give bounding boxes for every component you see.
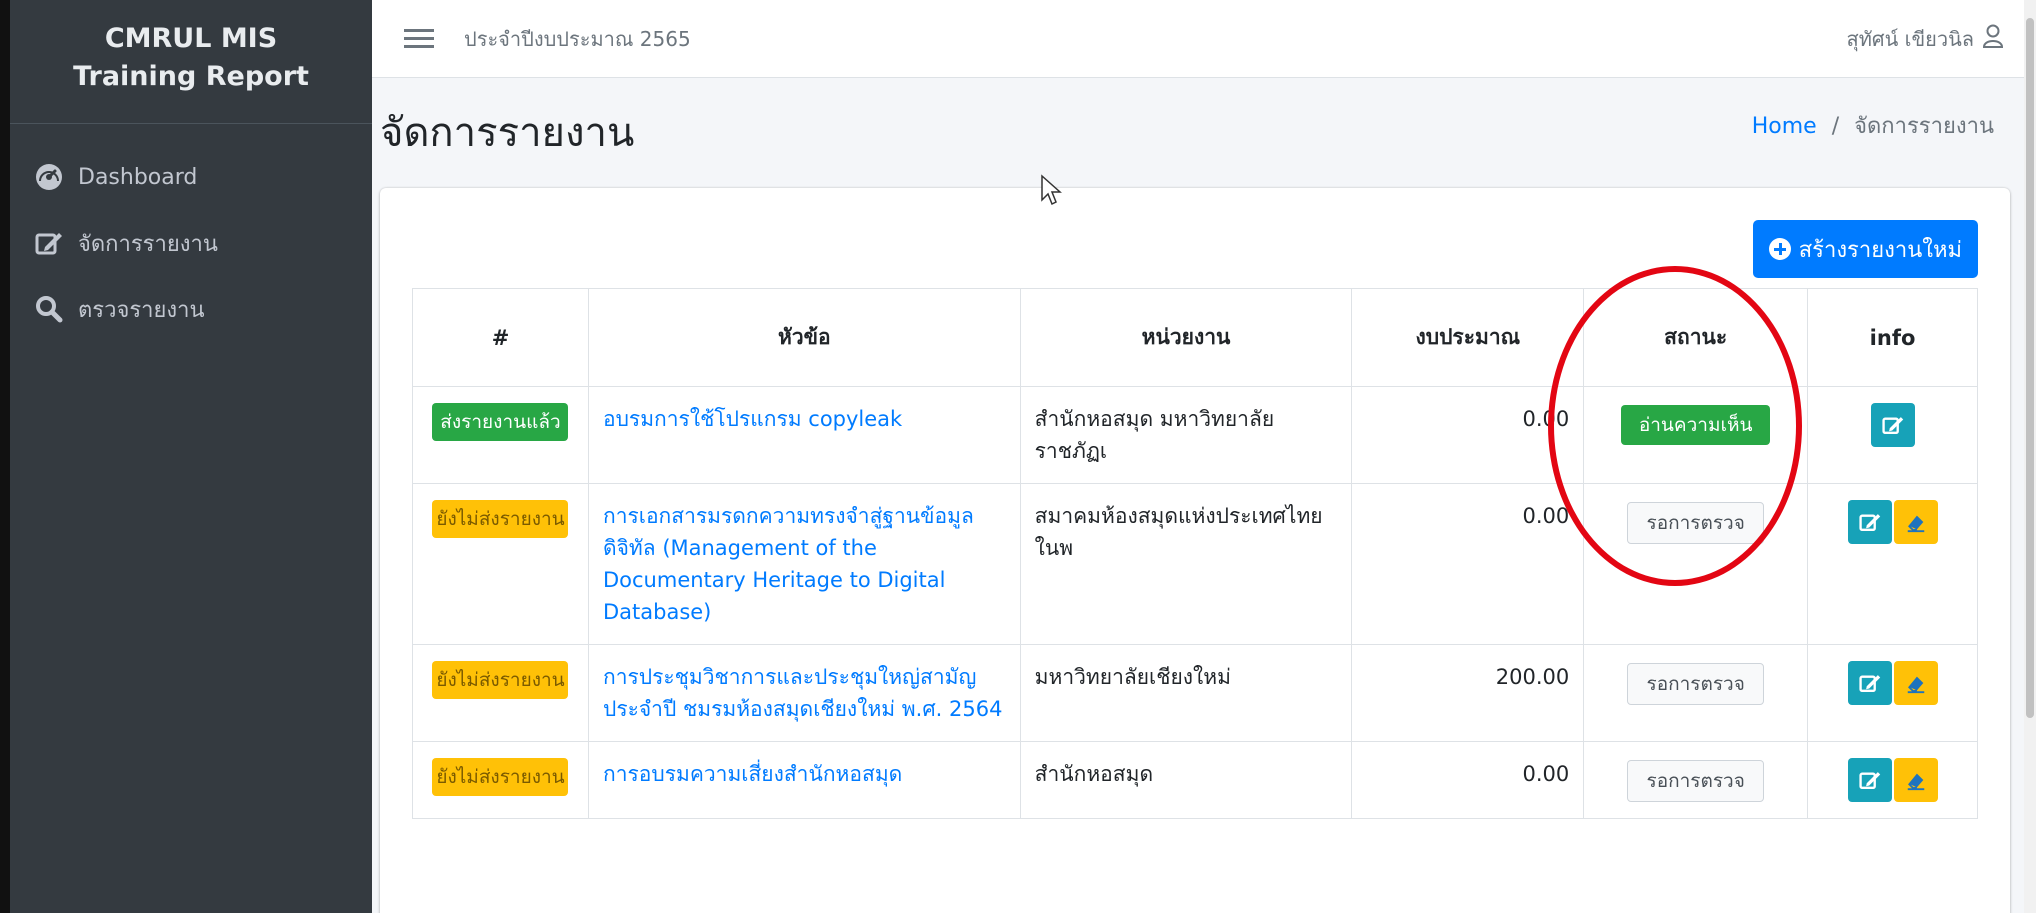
erase-button[interactable]: [1893, 661, 1938, 705]
user-name: สุทัศน์ เขียวนิล: [1846, 26, 1975, 51]
breadcrumb-home-link[interactable]: Home: [1752, 114, 1817, 139]
table-row: ยังไม่ส่งรายงาน การอบรมความเสี่ยงสำนักหอ…: [412, 741, 1978, 819]
report-card: สร้างรายงานใหม่ # หัวข้อ หน่วยงาน งบประม…: [380, 188, 2010, 913]
edit-icon: [1858, 514, 1880, 532]
topic-link[interactable]: อบรมการใช้โปรแกรม copyleak: [603, 407, 902, 431]
breadcrumb-current: จัดการรายงาน: [1854, 114, 1994, 139]
sidebar-item-manage-report[interactable]: จัดการรายงาน: [10, 210, 372, 276]
column-header-number: #: [412, 288, 589, 387]
eraser-icon: [1907, 773, 1924, 791]
user-icon: [1982, 24, 2004, 53]
unit-cell: สำนักหอสมุด: [1019, 741, 1353, 819]
sidebar-item-label: Dashboard: [78, 164, 198, 190]
page-title: จัดการรายงาน: [380, 110, 635, 156]
unit-cell: สมาคมห้องสมุดแห่งประเทศไทย ในพ: [1019, 483, 1353, 645]
table-row: ส่งรายงานแล้ว อบรมการใช้โปรแกรม copyleak…: [412, 386, 1978, 484]
brand-line2: Training Report: [73, 60, 309, 92]
column-header-unit: หน่วยงาน: [1019, 288, 1353, 387]
edit-button[interactable]: [1847, 500, 1892, 544]
report-table: # หัวข้อ หน่วยงาน งบประมาณ สถานะ info ส่…: [412, 288, 1978, 819]
column-header-status: สถานะ: [1583, 288, 1809, 387]
tachometer-icon: [34, 162, 64, 192]
page-scrollbar[interactable]: [2024, 0, 2036, 913]
column-header-info: info: [1807, 288, 1978, 387]
column-header-topic: หัวข้อ: [587, 288, 1021, 387]
pending-review-button[interactable]: รอการตรวจ: [1627, 760, 1764, 802]
edit-button[interactable]: [1870, 403, 1915, 447]
budget-cell: 0.00: [1351, 386, 1585, 484]
edit-button[interactable]: [1847, 661, 1892, 705]
fiscal-year-label: ประจำปีงบประมาณ 2565: [464, 26, 691, 51]
table-row: ยังไม่ส่งรายงาน การประชุมวิชาการและประชุ…: [412, 644, 1978, 742]
breadcrumb: Home / จัดการรายงาน: [1752, 108, 1994, 143]
scrollbar-thumb[interactable]: [2026, 18, 2034, 718]
brand-line1: CMRUL MIS: [104, 22, 278, 54]
edit-icon: [1858, 675, 1880, 693]
sidebar-item-label: จัดการรายงาน: [78, 231, 218, 257]
sidebar-item-review-report[interactable]: ตรวจรายงาน: [10, 276, 372, 342]
brand[interactable]: CMRUL MIS Training Report: [10, 0, 372, 124]
search-icon: [34, 294, 64, 324]
unit-cell: มหาวิทยาลัยเชียงใหม่: [1019, 644, 1353, 742]
eraser-icon: [1907, 676, 1924, 694]
pending-review-button[interactable]: รอการตรวจ: [1627, 663, 1764, 705]
report-state-badge: ยังไม่ส่งรายงาน: [432, 758, 569, 796]
left-edge: [0, 0, 10, 913]
read-comment-button[interactable]: อ่านความเห็น: [1620, 405, 1771, 445]
plus-circle-icon: [1768, 238, 1791, 260]
budget-cell: 200.00: [1351, 644, 1585, 742]
erase-button[interactable]: [1893, 758, 1938, 802]
sidebar-nav: Dashboard จัดการรายงาน ตรวจรายงาน: [10, 124, 372, 342]
budget-cell: 0.00: [1351, 741, 1585, 819]
menu-toggle-icon[interactable]: [404, 24, 434, 53]
unit-cell: สำนักหอสมุด มหาวิทยาลัยราชภัฏเ: [1019, 386, 1353, 484]
topic-link[interactable]: การอบรมความเสี่ยงสำนักหอสมุด: [603, 762, 902, 786]
budget-cell: 0.00: [1351, 483, 1585, 645]
user-menu[interactable]: สุทัศน์ เขียวนิล: [1847, 23, 2005, 55]
erase-button[interactable]: [1893, 500, 1938, 544]
edit-button[interactable]: [1847, 758, 1892, 802]
new-report-button[interactable]: สร้างรายงานใหม่: [1752, 220, 1978, 278]
report-state-badge: ส่งรายงานแล้ว: [432, 403, 569, 441]
edit-icon: [34, 228, 64, 258]
edit-icon: [1858, 772, 1880, 790]
table-header-row: # หัวข้อ หน่วยงาน งบประมาณ สถานะ info: [412, 288, 1978, 387]
new-report-label: สร้างรายงานใหม่: [1798, 237, 1962, 263]
table-row: ยังไม่ส่งรายงาน การเอกสารมรดกความทรงจำสู…: [412, 483, 1978, 645]
topic-link[interactable]: การเอกสารมรดกความทรงจำสู่ฐานข้อมูลดิจิทั…: [603, 504, 974, 624]
pending-review-button[interactable]: รอการตรวจ: [1627, 502, 1764, 544]
mouse-cursor-icon: [1041, 174, 1062, 206]
column-header-budget: งบประมาณ: [1351, 288, 1585, 387]
report-state-badge: ยังไม่ส่งรายงาน: [432, 661, 569, 699]
eraser-icon: [1907, 515, 1924, 533]
report-state-badge: ยังไม่ส่งรายงาน: [432, 500, 569, 538]
edit-icon: [1881, 417, 1903, 435]
sidebar-item-label: ตรวจรายงาน: [78, 297, 205, 323]
top-navbar: ประจำปีงบประมาณ 2565 สุทัศน์ เขียวนิล: [372, 0, 2024, 78]
sidebar-item-dashboard[interactable]: Dashboard: [10, 144, 372, 210]
sidebar: CMRUL MIS Training Report Dashboard จัดก…: [10, 0, 372, 913]
topic-link[interactable]: การประชุมวิชาการและประชุมใหญ่สามัญประจำป…: [603, 665, 1002, 721]
breadcrumb-separator: /: [1831, 114, 1840, 139]
